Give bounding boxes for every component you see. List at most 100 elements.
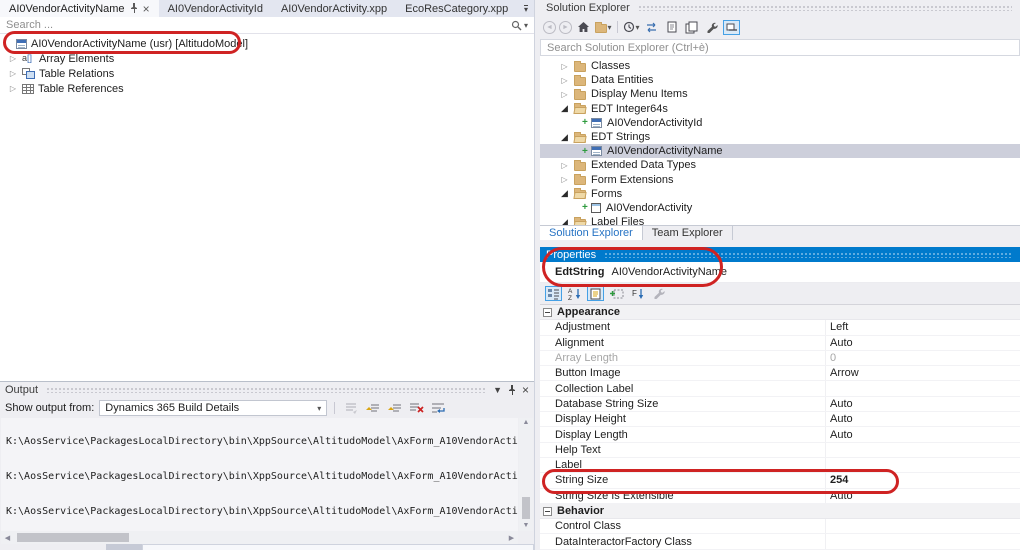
tree-item-forms[interactable]: ◢ Forms bbox=[540, 187, 1020, 201]
tree-item-data-entities[interactable]: ▷ Data Entities bbox=[540, 73, 1020, 87]
property-row-button-image[interactable]: Button Image Arrow bbox=[540, 366, 1020, 381]
solution-explorer-search-input[interactable]: Search Solution Explorer (Ctrl+è) bbox=[540, 39, 1020, 56]
property-row-display-length[interactable]: Display Length Auto bbox=[540, 427, 1020, 442]
copy-documents-button[interactable] bbox=[683, 20, 700, 35]
categorized-view-button[interactable] bbox=[545, 286, 562, 301]
property-row-alignment[interactable]: Alignment Auto bbox=[540, 336, 1020, 351]
sort-by-f-button[interactable]: F bbox=[629, 286, 646, 301]
property-row-datainteractorfactory-class[interactable]: DataInteractorFactory Class bbox=[540, 534, 1020, 549]
expander-icon[interactable]: ▷ bbox=[560, 76, 569, 85]
property-row-adjustment[interactable]: Adjustment Left bbox=[540, 320, 1020, 335]
scrollbar-thumb[interactable] bbox=[522, 497, 530, 519]
expander-icon[interactable]: ◢ bbox=[560, 217, 569, 225]
properties-wrench-button[interactable] bbox=[703, 20, 720, 35]
property-row-collection-label[interactable]: Collection Label bbox=[540, 381, 1020, 396]
tree-item-classes[interactable]: ▷ Classes bbox=[540, 59, 1020, 73]
expander-icon[interactable]: ▷ bbox=[560, 62, 569, 71]
sync-with-active-document-button[interactable] bbox=[643, 20, 660, 35]
tree-root-edt[interactable]: AI0VendorActivityName (usr) [AltitudoMod… bbox=[0, 36, 534, 51]
tab-label: AI0VendorActivity.xpp bbox=[281, 3, 387, 15]
home-button[interactable] bbox=[575, 20, 592, 35]
properties-object-dropdown[interactable]: EdtString AI0VendorActivityName bbox=[540, 262, 1020, 283]
output-vertical-scrollbar[interactable]: ▲ ▼ bbox=[519, 418, 533, 531]
tab-solution-explorer[interactable]: Solution Explorer bbox=[540, 226, 643, 240]
show-all-files-button[interactable] bbox=[663, 20, 680, 35]
tab-team-explorer[interactable]: Team Explorer bbox=[643, 226, 733, 240]
tab-ai0vendoractivityid[interactable]: AI0VendorActivityId bbox=[159, 0, 272, 17]
tree-item-display-menu-items[interactable]: ▷ Display Menu Items bbox=[540, 87, 1020, 101]
pin-icon[interactable] bbox=[508, 385, 516, 396]
bottom-tab-partial[interactable] bbox=[106, 544, 142, 550]
close-icon[interactable]: × bbox=[143, 4, 150, 14]
switch-views-button[interactable]: ▾ bbox=[595, 20, 612, 35]
expander-icon[interactable]: ▷ bbox=[8, 69, 18, 78]
tab-ai0vendoractivityname[interactable]: AI0VendorActivityName × bbox=[0, 0, 159, 17]
expander-icon[interactable]: ◢ bbox=[560, 103, 569, 114]
tree-item-edt-integer64s[interactable]: ◢ EDT Integer64s bbox=[540, 102, 1020, 116]
search-options-caret[interactable]: ▾ bbox=[524, 21, 528, 30]
expander-icon[interactable]: ▷ bbox=[8, 54, 18, 63]
scroll-down-arrow[interactable]: ▼ bbox=[523, 521, 530, 531]
property-row-array-length[interactable]: Array Length 0 bbox=[540, 351, 1020, 366]
output-console[interactable]: K:\AosService\PackagesLocalDirectory\bin… bbox=[1, 418, 518, 531]
expander-icon[interactable]: ▷ bbox=[560, 175, 569, 184]
tree-item-table-references[interactable]: ▷ Table References bbox=[0, 81, 534, 96]
tree-item-ai0vendoractivityid[interactable]: + AI0VendorActivityId bbox=[540, 116, 1020, 130]
preview-selected-items-toggle[interactable] bbox=[723, 20, 740, 35]
tab-label: Team Explorer bbox=[652, 227, 723, 239]
expander-icon[interactable]: ◢ bbox=[560, 132, 569, 143]
window-position-caret-icon[interactable]: ▼ bbox=[493, 385, 502, 395]
close-icon[interactable]: × bbox=[522, 383, 529, 397]
expand-properties-button[interactable] bbox=[608, 286, 625, 301]
property-row-control-class[interactable]: Control Class bbox=[540, 519, 1020, 534]
bottom-tab-partial[interactable] bbox=[142, 544, 534, 550]
back-button[interactable]: ◄ bbox=[543, 21, 556, 34]
form-icon bbox=[591, 203, 601, 213]
scroll-up-arrow[interactable]: ▲ bbox=[523, 418, 530, 428]
expander-icon[interactable]: ◢ bbox=[560, 188, 569, 199]
tree-item-label: AI0VendorActivity bbox=[606, 202, 692, 214]
clear-all-button[interactable] bbox=[408, 401, 425, 416]
tree-item-extended-data-types[interactable]: ▷ Extended Data Types bbox=[540, 158, 1020, 172]
expander-icon[interactable]: ▷ bbox=[560, 90, 569, 99]
go-to-next-message-button[interactable] bbox=[386, 401, 403, 416]
tab-ai0vendoractivity-xpp[interactable]: AI0VendorActivity.xpp bbox=[272, 0, 396, 17]
expander-icon[interactable]: ▷ bbox=[560, 161, 569, 170]
property-row-display-height[interactable]: Display Height Auto bbox=[540, 412, 1020, 427]
go-to-previous-message-button[interactable] bbox=[364, 401, 381, 416]
tree-item-form-extensions[interactable]: ▷ Form Extensions bbox=[540, 173, 1020, 187]
tab-overflow-icon[interactable]: ▾ bbox=[524, 5, 528, 13]
property-row-database-string-size[interactable]: Database String Size Auto bbox=[540, 397, 1020, 412]
scroll-left-arrow[interactable]: ◀ bbox=[1, 534, 14, 542]
tree-item-ai0vendoractivity-form[interactable]: + AI0VendorActivity bbox=[540, 201, 1020, 215]
pending-changes-filter-button[interactable]: ▾ bbox=[623, 20, 640, 35]
added-item-plus-icon: + bbox=[582, 117, 589, 128]
alphabetical-sort-button[interactable]: AZ bbox=[566, 286, 583, 301]
property-row-string-size-is-extensible[interactable]: String Size Is Extensible Auto bbox=[540, 489, 1020, 504]
section-behavior[interactable]: Behavior bbox=[540, 504, 1020, 519]
console-line: K:\AosService\PackagesLocalDirectory\bin… bbox=[6, 436, 518, 448]
tree-item-edt-strings[interactable]: ◢ EDT Strings bbox=[540, 130, 1020, 144]
tab-ecorescategory-xpp[interactable]: EcoResCategory.xpp bbox=[396, 0, 517, 17]
toggle-word-wrap-button[interactable] bbox=[430, 401, 447, 416]
property-pages-button[interactable] bbox=[587, 286, 604, 301]
tree-item-table-relations[interactable]: ▷ Table Relations bbox=[0, 66, 534, 81]
scrollbar-thumb[interactable] bbox=[17, 533, 129, 542]
scroll-right-arrow[interactable]: ▶ bbox=[505, 534, 518, 542]
tree-item-ai0vendoractivityname-selected[interactable]: + AI0VendorActivityName bbox=[540, 144, 1020, 158]
collapse-section-icon[interactable] bbox=[543, 308, 552, 317]
expander-icon[interactable]: ▷ bbox=[8, 84, 18, 93]
search-icon[interactable]: ▾ bbox=[511, 20, 528, 31]
pin-icon[interactable] bbox=[130, 3, 138, 14]
output-source-dropdown[interactable]: Dynamics 365 Build Details ▾ bbox=[99, 400, 327, 416]
editor-search-input[interactable]: Search ... ▾ bbox=[0, 17, 534, 34]
collapse-section-icon[interactable] bbox=[543, 507, 552, 516]
tree-item-label-files[interactable]: ◢ Label Files bbox=[540, 215, 1020, 225]
property-row-label[interactable]: Label bbox=[540, 458, 1020, 473]
output-horizontal-scrollbar[interactable]: ◀ ▶ bbox=[1, 531, 518, 544]
property-row-string-size[interactable]: String Size 254 bbox=[540, 473, 1020, 488]
section-appearance[interactable]: Appearance bbox=[540, 305, 1020, 320]
forward-button[interactable]: ► bbox=[559, 21, 572, 34]
property-row-help-text[interactable]: Help Text bbox=[540, 443, 1020, 458]
tree-item-array-elements[interactable]: ▷ a[] Array Elements bbox=[0, 51, 534, 66]
